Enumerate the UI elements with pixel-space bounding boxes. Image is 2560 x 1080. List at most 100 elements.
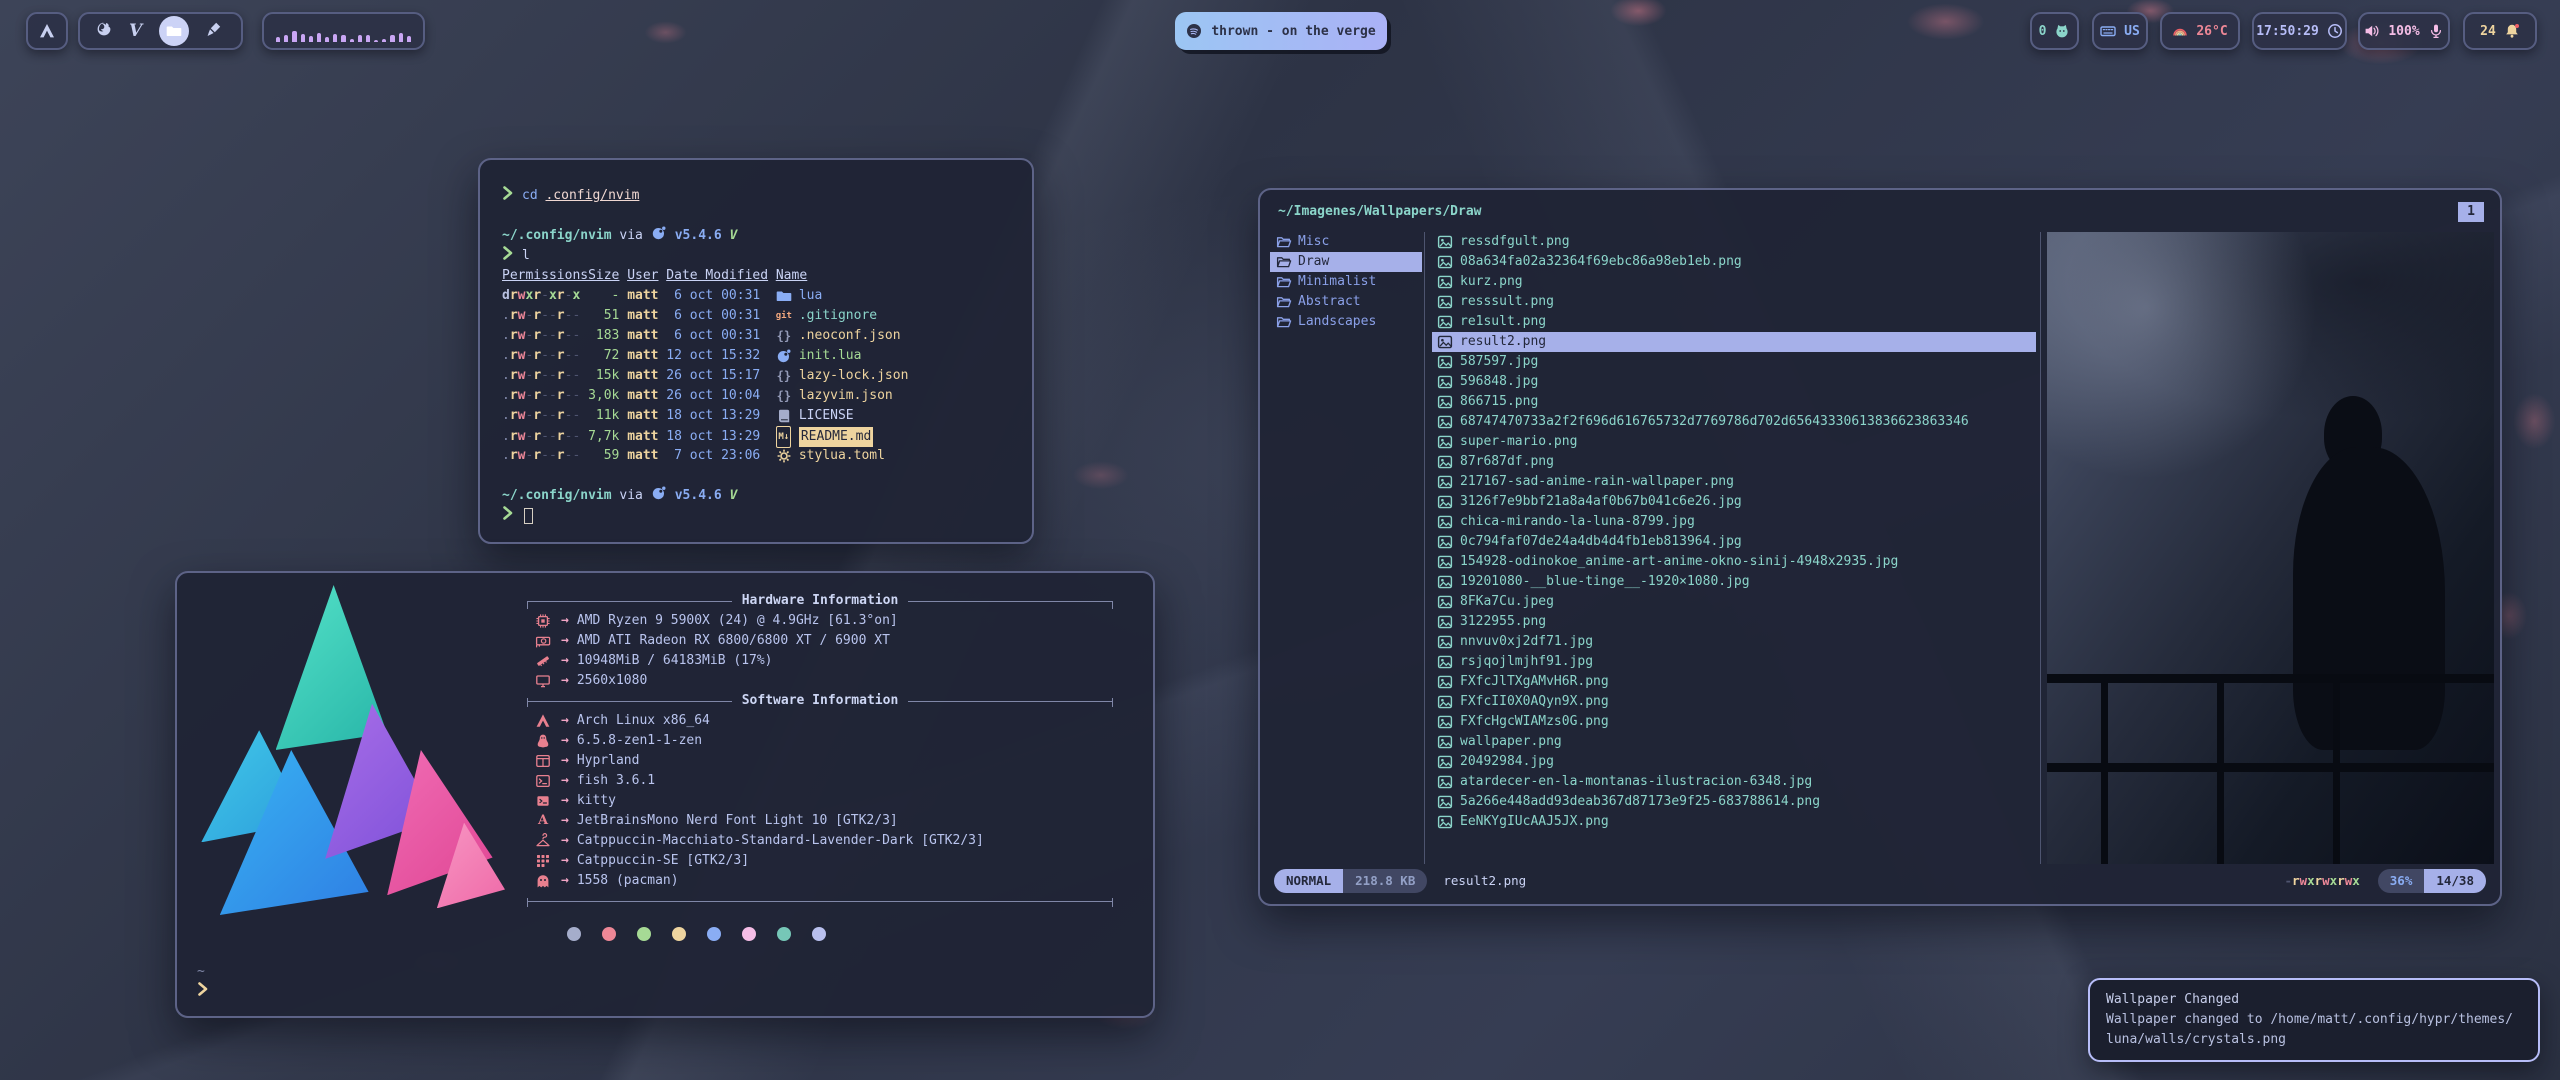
file-list-item[interactable]: atardecer-en-la-montanas-ilustracion-634…	[1432, 772, 2036, 792]
file-list-item[interactable]: FXfcJlTXgAMvH6R.png	[1432, 672, 2036, 692]
file-list-item[interactable]: 587597.jpg	[1432, 352, 2036, 372]
audio-visualizer-widget[interactable]	[262, 12, 425, 50]
file-name: lua	[799, 286, 822, 306]
file-list-item[interactable]: 866715.png	[1432, 392, 2036, 412]
visualizer-bar	[276, 37, 280, 42]
file-list-item-name: 20492984.jpg	[1460, 752, 1554, 772]
file-list-item[interactable]: re1sult.png	[1432, 312, 2036, 332]
file-list-item-name: 596848.jpg	[1460, 372, 1538, 392]
system-info-row: →2560x1080	[527, 671, 1113, 691]
file-list-item[interactable]: 08a634fa02a32364f69ebc86a98eb1eb.png	[1432, 252, 2036, 272]
tab-badge[interactable]: 1	[2458, 202, 2484, 222]
file-list-item-name: wallpaper.png	[1460, 732, 1562, 752]
file-list-item[interactable]: nnvuv0xj2df71.jpg	[1432, 632, 2036, 652]
status-widget-github[interactable]: 0	[2030, 12, 2079, 50]
file-list-item[interactable]: 8FKa7Cu.jpeg	[1432, 592, 2036, 612]
system-info-panel: Hardware Information →AMD Ryzen 9 5900X …	[527, 591, 1113, 941]
status-widget-rainbow[interactable]: 26°C	[2160, 12, 2240, 50]
file-list-item[interactable]: 20492984.jpg	[1432, 752, 2036, 772]
system-info-value: 10948MiB / 64183MiB (17%)	[577, 651, 773, 671]
media-player-widget[interactable]: thrown - on the verge	[1175, 12, 1387, 50]
visualizer-bar	[317, 33, 321, 42]
sidebar-item-label: Draw	[1298, 252, 1329, 272]
status-widget-keyboard[interactable]: US	[2092, 12, 2148, 50]
file-list: ressdfgult.png08a634fa02a32364f69ebc86a9…	[1432, 232, 2036, 832]
app-icon-vim[interactable]: V	[129, 21, 142, 41]
status-widget-clock[interactable]: 17:50:29	[2252, 12, 2347, 50]
file-list-item-name: 68747470733a2f2f696d616765732d7769786d70…	[1460, 412, 1969, 432]
sidebar-item-minimalist[interactable]: Minimalist	[1270, 272, 1422, 292]
file-list-item[interactable]: result2.png	[1432, 332, 2036, 352]
image-file-icon	[1437, 734, 1453, 750]
file-owner: matt	[627, 446, 658, 466]
file-list-item[interactable]: chica-mirando-la-luna-8799.jpg	[1432, 512, 2036, 532]
sidebar-item-landscapes[interactable]: Landscapes	[1270, 312, 1422, 332]
system-info-value: Hyprland	[577, 751, 640, 771]
system-info-row: →6.5.8-zen1-1-zen	[527, 731, 1113, 751]
sidebar-item-draw[interactable]: Draw	[1270, 252, 1422, 272]
system-info-value: JetBrainsMono Nerd Font Light 10 [GTK2/3…	[577, 811, 898, 831]
file-list-item-name: rsjqojlmjhf91.jpg	[1460, 652, 1593, 672]
lua-version: v5.4.6	[675, 486, 722, 506]
arrow-glyph: →	[561, 871, 569, 891]
file-name-cell: {}.neoconf.json	[776, 326, 1010, 346]
file-list-item[interactable]: wallpaper.png	[1432, 732, 2036, 752]
box-bottom-border	[527, 891, 1113, 911]
sidebar-item-misc[interactable]: Misc	[1270, 232, 1422, 252]
system-info-row: →Hyprland	[527, 751, 1113, 771]
file-owner: matt	[627, 326, 658, 346]
app-icon-brush[interactable]	[206, 21, 222, 41]
image-file-icon	[1437, 614, 1453, 630]
file-list-item[interactable]: 19201080-__blue-tinge__-1920×1080.jpg	[1432, 572, 2036, 592]
palette-dot	[602, 927, 616, 941]
file-list-item[interactable]: resssult.png	[1432, 292, 2036, 312]
file-list-item[interactable]: EeNKYgIUcAAJ5JX.png	[1432, 812, 2036, 832]
file-list-item[interactable]: super-mario.png	[1432, 432, 2036, 452]
image-file-icon	[1437, 294, 1453, 310]
file-date: 6 oct 00:31	[666, 326, 768, 346]
notification-toast[interactable]: Wallpaper Changed Wallpaper changed to /…	[2088, 978, 2540, 1062]
app-launcher-button[interactable]	[26, 12, 68, 50]
railing-post	[2217, 674, 2224, 864]
visualizer-bar	[390, 35, 394, 42]
directory-sidebar: MiscDrawMinimalistAbstractLandscapes	[1270, 232, 1422, 332]
terminal-prompt-line[interactable]	[502, 506, 1010, 526]
file-list-item[interactable]: 154928-odinokoe_anime-art-anime-okno-sin…	[1432, 552, 2036, 572]
file-list-item[interactable]: 68747470733a2f2f696d616765732d7769786d70…	[1432, 412, 2036, 432]
file-list-item-name: 5a266e448add93deab367d87173e9f25-6837886…	[1460, 792, 1820, 812]
fastfetch-window[interactable]: Hardware Information →AMD Ryzen 9 5900X …	[175, 571, 1155, 1018]
file-list-item[interactable]: rsjqojlmjhf91.jpg	[1432, 652, 2036, 672]
file-list-item[interactable]: ressdfgult.png	[1432, 232, 2036, 252]
file-list-item-name: resssult.png	[1460, 292, 1554, 312]
file-list-item[interactable]: 3122955.png	[1432, 612, 2036, 632]
arrow-glyph: →	[561, 811, 569, 831]
status-widget-bell[interactable]: 24	[2463, 12, 2537, 50]
terminal-window[interactable]: cd .config/nvim ~/.config/nvim via v5.4.…	[478, 158, 1034, 544]
ls-file-row: .rw-r--r--183matt 6 oct 00:31{}.neoconf.…	[502, 326, 1010, 346]
status-widget-text: US	[2124, 24, 2140, 39]
app-icon-firefox[interactable]	[96, 21, 112, 41]
app-icon-folder[interactable]	[159, 16, 189, 46]
file-list-item[interactable]: 87r687df.png	[1432, 452, 2036, 472]
divider	[527, 901, 1113, 902]
arch-small-icon	[533, 713, 553, 729]
fetch-prompt[interactable]: ~	[197, 962, 217, 1002]
sidebar-item-abstract[interactable]: Abstract	[1270, 292, 1422, 312]
file-list-item-name: result2.png	[1460, 332, 1546, 352]
file-list-item[interactable]: FXfcHgcWIAMzs0G.png	[1432, 712, 2036, 732]
file-manager-window[interactable]: ~/Imagenes/Wallpapers/Draw 1 MiscDrawMin…	[1258, 188, 2502, 906]
status-widget-speaker[interactable]: 100%	[2358, 12, 2450, 50]
spotify-icon	[1186, 23, 1202, 39]
lua-icon	[651, 225, 667, 248]
file-list-item[interactable]: 0c794faf07de24a4db4d4fb1eb813964.jpg	[1432, 532, 2036, 552]
command-arg: .config/nvim	[545, 186, 639, 206]
file-list-item[interactable]: 5a266e448add93deab367d87173e9f25-6837886…	[1432, 792, 2036, 812]
mode-badge: NORMAL	[1274, 869, 1343, 893]
file-list-item[interactable]: 217167-sad-anime-rain-wallpaper.png	[1432, 472, 2036, 492]
file-list-item[interactable]: kurz.png	[1432, 272, 2036, 292]
file-name: .neoconf.json	[799, 326, 901, 346]
file-list-item[interactable]: 3126f7e9bbf21a8a4af0b67b041c6e26.jpg	[1432, 492, 2036, 512]
desktop-wallpaper: V thrown - on the verge 0 US 26°C 17:50:29 1…	[0, 0, 2560, 1080]
file-list-item[interactable]: FXfcII0X0AQyn9X.png	[1432, 692, 2036, 712]
file-list-item[interactable]: 596848.jpg	[1432, 372, 2036, 392]
